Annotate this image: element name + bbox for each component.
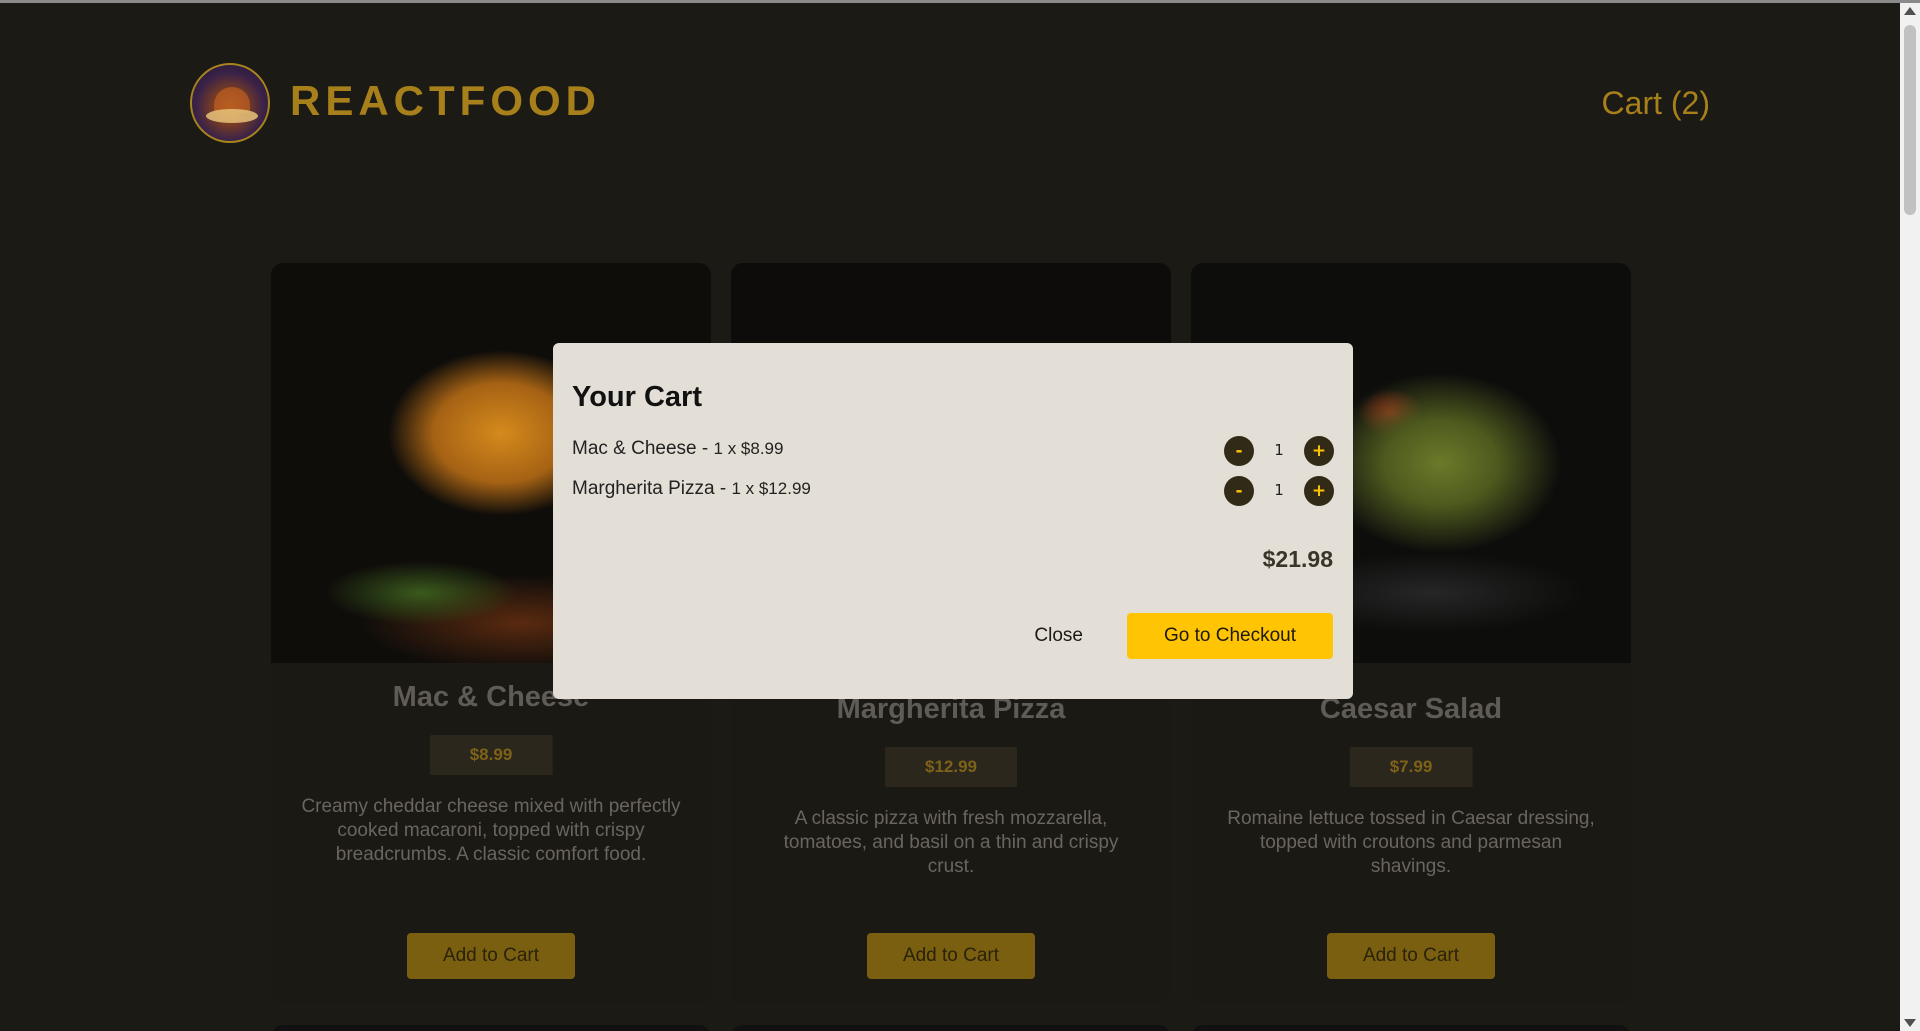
cart-item-label: Mac & Cheese - 1 x $8.99 <box>572 438 783 460</box>
decrease-quantity-button[interactable]: - <box>1224 476 1254 506</box>
close-button[interactable]: Close <box>1024 613 1093 659</box>
cart-item-separator: - <box>701 438 714 459</box>
quantity-value: 1 <box>1274 481 1284 499</box>
increase-quantity-button[interactable]: + <box>1304 476 1334 506</box>
scrollbar-thumb[interactable] <box>1904 25 1916 215</box>
cart-item-qty-price: 1 x $8.99 <box>713 439 784 458</box>
cart-item-name: Margherita Pizza <box>572 478 715 499</box>
quantity-stepper: - 1 + <box>1224 435 1334 467</box>
modal-title: Your Cart <box>572 381 702 413</box>
cart-item: Mac & Cheese - 1 x $8.99 - 1 + <box>572 435 1334 467</box>
vertical-scrollbar[interactable] <box>1900 3 1920 1031</box>
cart-modal: Your Cart Mac & Cheese - 1 x $8.99 - 1 +… <box>553 343 1353 699</box>
quantity-value: 1 <box>1274 441 1284 459</box>
cart-item-label: Margherita Pizza - 1 x $12.99 <box>572 478 811 500</box>
scroll-up-arrow-icon[interactable] <box>1904 7 1916 15</box>
increase-quantity-button[interactable]: + <box>1304 436 1334 466</box>
cart-item-separator: - <box>719 478 732 499</box>
scroll-down-arrow-icon[interactable] <box>1904 1019 1916 1027</box>
cart-item-name: Mac & Cheese <box>572 438 697 459</box>
checkout-button[interactable]: Go to Checkout <box>1127 613 1333 659</box>
decrease-quantity-button[interactable]: - <box>1224 436 1254 466</box>
quantity-stepper: - 1 + <box>1224 475 1334 507</box>
modal-actions: Close Go to Checkout <box>933 613 1333 659</box>
cart-total: $21.98 <box>1262 546 1333 572</box>
cart-item-qty-price: 1 x $12.99 <box>731 479 811 498</box>
cart-item: Margherita Pizza - 1 x $12.99 - 1 + <box>572 475 1334 507</box>
